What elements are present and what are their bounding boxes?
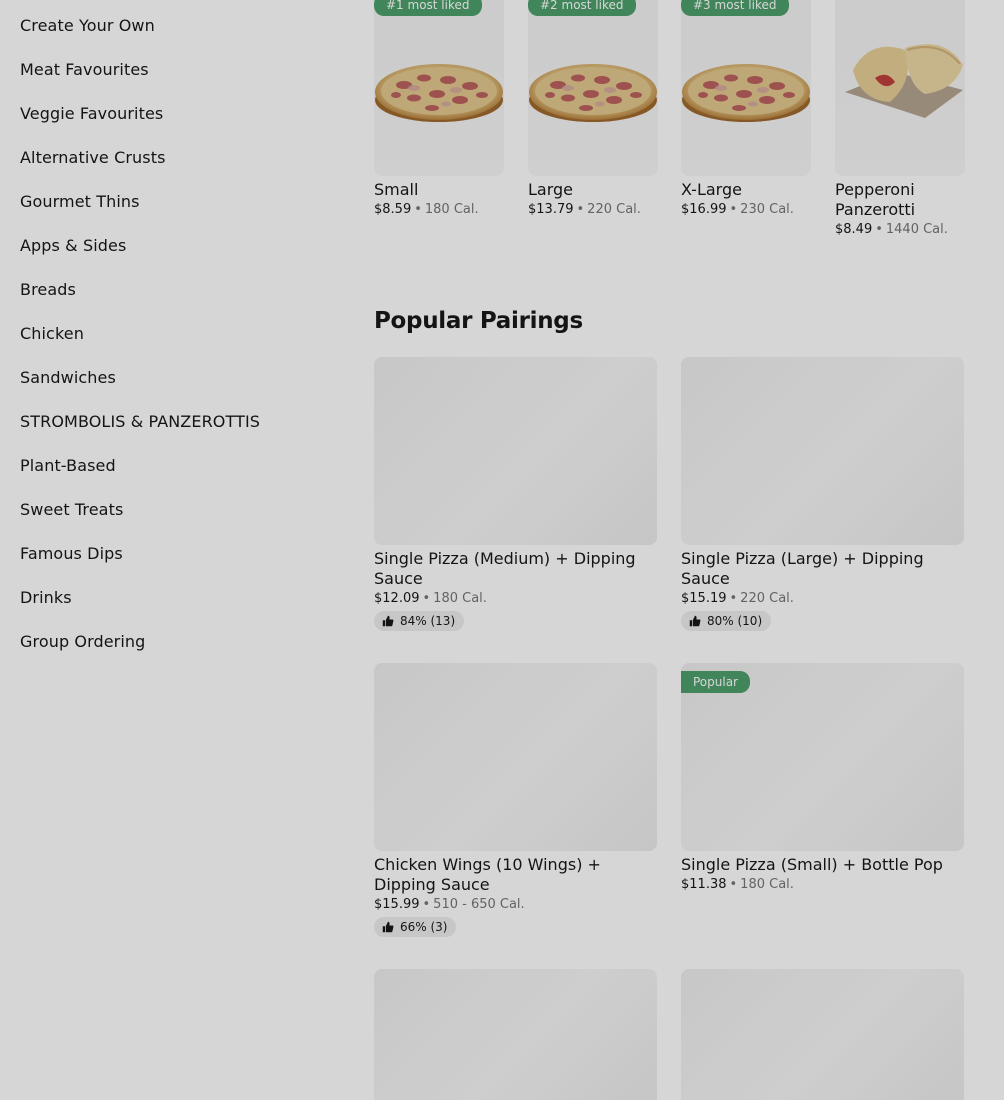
item-image-placeholder[interactable] [681, 357, 964, 545]
item-image-placeholder[interactable] [374, 357, 657, 545]
item-image[interactable]: #1 most liked [374, 0, 504, 176]
sidebar-item-apps-sides[interactable]: Apps & Sides [20, 236, 126, 255]
panzerotti-image [835, 30, 965, 120]
rating-text: 80% (10) [707, 614, 763, 628]
meta-separator: • [875, 222, 883, 237]
item-name: Single Pizza (Small) + Bottle Pop [681, 855, 943, 874]
menu-item-card[interactable]: Pepperoni Panzerotti $8.49 • 1440 Cal. [835, 0, 965, 237]
pairing-card[interactable] [681, 969, 964, 1100]
most-liked-badge: #3 most liked [681, 0, 789, 16]
item-calories: 220 Cal. [740, 591, 794, 606]
rating-badge: 66% (3) [374, 917, 457, 937]
meta-separator: • [729, 877, 738, 892]
rating-badge: 80% (10) [681, 611, 772, 631]
item-meta: $15.99 • 510 - 650 Cal. [374, 897, 657, 912]
sidebar-item-gourmet-thins[interactable]: Gourmet Thins [20, 192, 140, 211]
most-liked-badge: #2 most liked [528, 0, 636, 16]
sidebar-item-sandwiches[interactable]: Sandwiches [20, 368, 116, 387]
menu-item-card[interactable]: #3 most liked X-Large $16.99 • 230 Cal. [681, 0, 811, 217]
item-name: Single Pizza (Medium) + Dipping Sauce [374, 549, 636, 588]
meta-separator: • [414, 202, 422, 217]
pairing-card[interactable]: Single Pizza (Large) + Dipping Sauce $15… [681, 357, 964, 631]
pairing-card[interactable]: Single Pizza (Medium) + Dipping Sauce $1… [374, 357, 657, 631]
pizza-image [374, 40, 504, 130]
popular-badge: Popular [681, 671, 750, 693]
sidebar-item-strombolis-panzerottis[interactable]: STROMBOLIS & PANZEROTTIS [20, 412, 260, 431]
item-meta: $8.49 • 1440 Cal. [835, 222, 965, 237]
meta-separator: • [729, 591, 738, 606]
item-image[interactable]: #2 most liked [528, 0, 658, 176]
sidebar-item-create-your-own[interactable]: Create Your Own [20, 16, 155, 35]
item-calories: 230 Cal. [740, 202, 794, 217]
rating-text: 84% (13) [400, 614, 456, 628]
most-liked-badge: #1 most liked [374, 0, 482, 16]
item-image-placeholder[interactable] [374, 969, 657, 1100]
item-meta: $11.38 • 180 Cal. [681, 877, 964, 892]
section-title-popular-pairings: Popular Pairings [374, 308, 583, 334]
item-image-placeholder[interactable] [374, 663, 657, 851]
item-image-placeholder[interactable] [681, 969, 964, 1100]
item-price: $16.99 [681, 202, 727, 217]
sidebar-item-chicken[interactable]: Chicken [20, 324, 84, 343]
pairing-card[interactable] [374, 969, 657, 1100]
item-price: $15.99 [374, 897, 420, 912]
item-calories: 180 Cal. [433, 591, 487, 606]
meta-separator: • [422, 897, 431, 912]
item-calories: 1440 Cal. [885, 222, 948, 237]
item-price: $8.59 [374, 202, 412, 217]
sidebar-item-veggie-favourites[interactable]: Veggie Favourites [20, 104, 163, 123]
meta-separator: • [576, 202, 585, 217]
thumbs-up-icon [382, 921, 394, 933]
sidebar-item-group-ordering[interactable]: Group Ordering [20, 632, 145, 651]
item-price: $11.38 [681, 877, 727, 892]
item-price: $12.09 [374, 591, 420, 606]
item-name: Pepperoni Panzerotti [835, 180, 916, 219]
menu-item-card[interactable]: #2 most liked Large $13.79 • 220 Cal. [528, 0, 658, 217]
pairing-card[interactable]: Popular Single Pizza (Small) + Bottle Po… [681, 663, 964, 892]
pairing-card[interactable]: Chicken Wings (10 Wings) + Dipping Sauce… [374, 663, 657, 937]
sidebar-item-alternative-crusts[interactable]: Alternative Crusts [20, 148, 166, 167]
pizza-image [681, 40, 811, 130]
thumbs-up-icon [689, 615, 701, 627]
sidebar-item-meat-favourites[interactable]: Meat Favourites [20, 60, 149, 79]
item-meta: $8.59 • 180 Cal. [374, 202, 504, 217]
rating-text: 66% (3) [400, 920, 448, 934]
pizza-image [528, 40, 658, 130]
item-image[interactable]: #3 most liked [681, 0, 811, 176]
item-calories: 220 Cal. [587, 202, 641, 217]
item-meta: $13.79 • 220 Cal. [528, 202, 658, 217]
item-meta: $12.09 • 180 Cal. [374, 591, 657, 606]
sidebar-item-famous-dips[interactable]: Famous Dips [20, 544, 123, 563]
item-calories: 510 - 650 Cal. [433, 897, 525, 912]
sidebar-item-breads[interactable]: Breads [20, 280, 76, 299]
item-meta: $15.19 • 220 Cal. [681, 591, 964, 606]
item-price: $15.19 [681, 591, 727, 606]
item-image[interactable] [835, 0, 965, 176]
item-name: X-Large [681, 180, 742, 199]
sidebar-item-drinks[interactable]: Drinks [20, 588, 72, 607]
menu-item-card[interactable]: #1 most liked Small $8.59 • 180 Cal. [374, 0, 504, 217]
item-name: Small [374, 180, 419, 199]
item-image-placeholder[interactable]: Popular [681, 663, 964, 851]
meta-separator: • [422, 591, 431, 606]
item-name: Single Pizza (Large) + Dipping Sauce [681, 549, 924, 588]
item-meta: $16.99 • 230 Cal. [681, 202, 811, 217]
item-name: Chicken Wings (10 Wings) + Dipping Sauce [374, 855, 601, 894]
thumbs-up-icon [382, 615, 394, 627]
sidebar-item-sweet-treats[interactable]: Sweet Treats [20, 500, 123, 519]
item-price: $8.49 [835, 222, 873, 237]
item-calories: 180 Cal. [424, 202, 479, 217]
item-name: Large [528, 180, 574, 199]
meta-separator: • [729, 202, 738, 217]
rating-badge: 84% (13) [374, 611, 465, 631]
item-price: $13.79 [528, 202, 574, 217]
item-calories: 180 Cal. [740, 877, 794, 892]
menu-content: #1 most liked Small $8.59 • 180 Cal. #2 mo… [374, 0, 974, 1100]
sidebar-item-plant-based[interactable]: Plant-Based [20, 456, 116, 475]
